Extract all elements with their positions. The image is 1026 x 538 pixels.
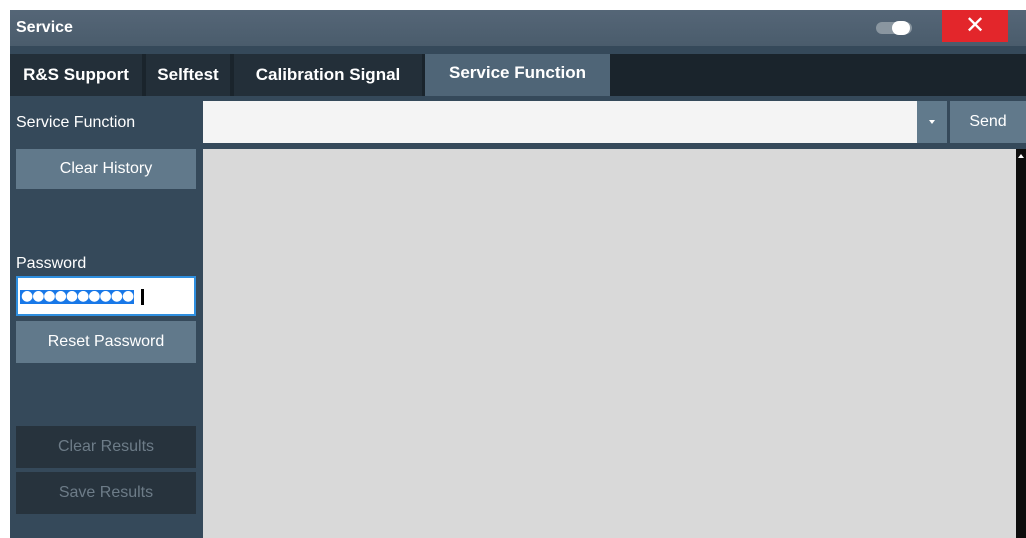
- text-cursor: [141, 289, 144, 305]
- service-function-input[interactable]: [203, 101, 917, 143]
- save-results-button[interactable]: Save Results: [16, 472, 196, 514]
- window-toggle-switch[interactable]: [876, 21, 912, 35]
- clear-history-button[interactable]: Clear History: [16, 149, 196, 189]
- title-bar: Service ✕: [10, 10, 1026, 46]
- service-function-dropdown-button[interactable]: [917, 101, 947, 143]
- tab-service-function[interactable]: Service Function: [425, 54, 610, 96]
- close-icon: ✕: [964, 12, 986, 39]
- clear-results-button[interactable]: Clear Results: [16, 426, 196, 468]
- tab-rs-support[interactable]: R&S Support: [10, 54, 142, 96]
- reset-password-button[interactable]: Reset Password: [16, 321, 196, 363]
- service-dialog: Service ✕ R&S Support Selftest Calibrati…: [10, 10, 1026, 538]
- close-button[interactable]: ✕: [942, 10, 1008, 42]
- chevron-down-icon: [929, 120, 935, 124]
- tab-selftest[interactable]: Selftest: [146, 54, 230, 96]
- service-function-label: Service Function: [16, 114, 136, 131]
- dialog-title: Service: [16, 19, 73, 36]
- results-output-area: [203, 149, 1016, 538]
- toggle-knob: [892, 21, 910, 35]
- password-masked-value: ●●●●●●●●●●: [20, 288, 134, 304]
- scroll-up-arrow-icon[interactable]: [1018, 154, 1024, 158]
- password-field[interactable]: ●●●●●●●●●●: [16, 276, 196, 316]
- send-button[interactable]: Send: [950, 101, 1026, 143]
- results-scrollbar[interactable]: [1016, 149, 1026, 538]
- tab-calibration-signal[interactable]: Calibration Signal: [234, 54, 422, 96]
- password-label: Password: [16, 255, 87, 272]
- tab-bar: R&S Support Selftest Calibration Signal …: [10, 54, 1026, 96]
